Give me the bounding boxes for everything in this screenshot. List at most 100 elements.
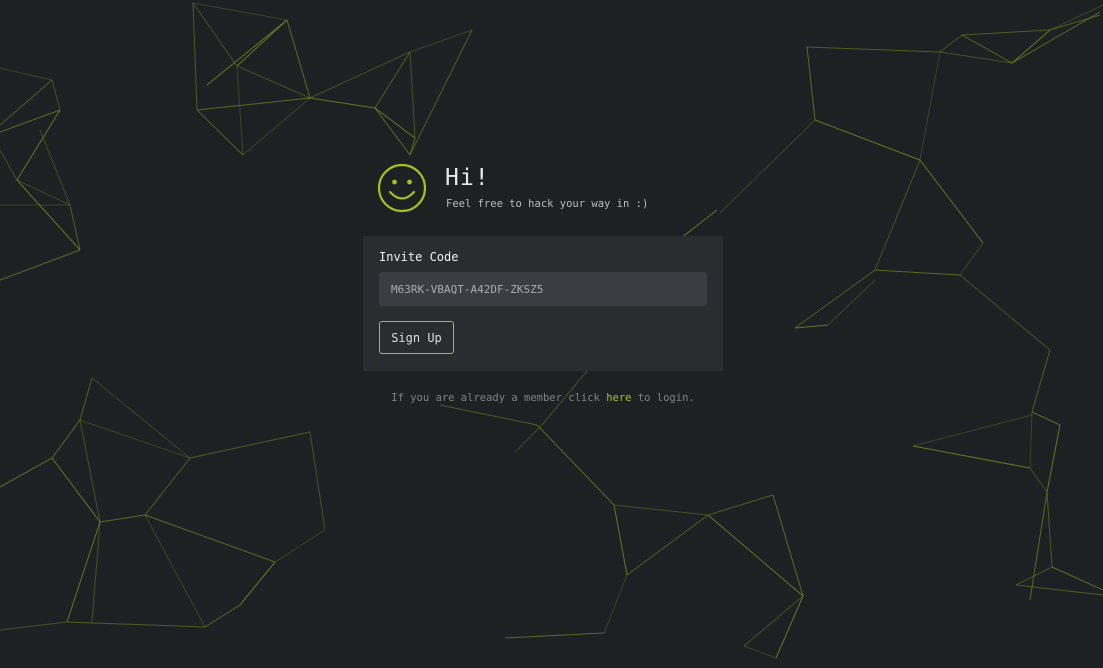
- network-line: [1015, 584, 1103, 596]
- network-line: [99, 514, 146, 523]
- network-line: [0, 109, 61, 133]
- network-line: [1049, 14, 1101, 31]
- network-line: [707, 514, 804, 597]
- network-line: [959, 274, 1051, 351]
- network-line: [1031, 411, 1061, 426]
- network-line: [144, 514, 206, 628]
- network-line: [1029, 411, 1033, 469]
- greeting-header: Hi! Feel free to hack your way in :): [377, 163, 707, 215]
- network-line: [743, 645, 777, 659]
- network-line: [504, 632, 605, 639]
- network-line: [79, 377, 93, 421]
- network-line: [192, 2, 288, 21]
- greeting-subtitle: Feel free to hack your way in :): [446, 198, 649, 210]
- network-line: [79, 419, 191, 459]
- network-line: [51, 419, 81, 459]
- invite-code-label: Invite Code: [379, 250, 459, 264]
- network-line: [719, 119, 816, 214]
- network-line: [192, 2, 198, 111]
- network-line: [613, 504, 628, 576]
- network-line: [196, 97, 311, 111]
- network-line: [1051, 566, 1103, 591]
- network-line: [514, 424, 543, 453]
- network-line: [919, 51, 941, 161]
- network-line: [236, 65, 311, 99]
- network-line: [286, 19, 311, 99]
- network-line: [939, 34, 963, 53]
- network-line: [1049, 4, 1103, 31]
- login-prompt: If you are already a member click here t…: [363, 392, 723, 404]
- network-line: [144, 514, 276, 563]
- network-line: [309, 97, 376, 109]
- network-line: [196, 109, 244, 156]
- network-line: [239, 561, 276, 606]
- network-line: [919, 159, 984, 244]
- sign-up-button[interactable]: Sign Up: [379, 321, 454, 354]
- login-prompt-suffix: to login.: [631, 392, 695, 404]
- login-prompt-prefix: If you are already a member click: [391, 392, 607, 404]
- network-line: [959, 242, 984, 276]
- network-line: [206, 19, 288, 86]
- network-line: [603, 574, 628, 634]
- network-line: [707, 494, 774, 516]
- network-line: [374, 107, 411, 156]
- invite-card: Invite Code Sign Up: [363, 236, 723, 371]
- network-line: [309, 51, 411, 99]
- network-line: [0, 79, 53, 126]
- network-line: [66, 521, 101, 623]
- network-line: [274, 529, 326, 563]
- network-line: [409, 51, 416, 139]
- network-line: [39, 129, 71, 206]
- network-line: [1046, 491, 1053, 568]
- network-line: [309, 431, 326, 531]
- network-line: [874, 269, 961, 276]
- network-line: [772, 494, 804, 597]
- network-line: [613, 504, 709, 516]
- network-line: [374, 107, 416, 139]
- network-line: [806, 46, 816, 121]
- network-line: [16, 179, 81, 251]
- network-line: [192, 2, 238, 67]
- network-line: [51, 457, 101, 523]
- network-line: [536, 424, 615, 506]
- network-line: [0, 457, 53, 488]
- invite-code-input[interactable]: [379, 272, 707, 306]
- network-line: [91, 377, 191, 459]
- network-line: [626, 514, 709, 576]
- network-line: [806, 46, 941, 53]
- network-line: [236, 65, 244, 156]
- greeting-title: Hi!: [445, 165, 490, 191]
- network-line: [743, 595, 804, 647]
- network-line: [79, 419, 101, 523]
- page: Hi! Feel free to hack your way in :) Inv…: [0, 0, 1103, 668]
- network-line: [775, 595, 804, 659]
- network-line: [144, 457, 191, 516]
- network-line: [874, 159, 921, 271]
- network-line: [439, 404, 538, 426]
- network-line: [0, 621, 68, 631]
- network-line: [1029, 491, 1048, 601]
- network-line: [69, 204, 81, 251]
- network-line: [1029, 467, 1048, 493]
- network-line: [16, 179, 71, 206]
- network-line: [814, 119, 921, 161]
- smiley-face-icon: [377, 163, 427, 213]
- network-line: [1011, 11, 1101, 64]
- network-line: [236, 19, 288, 67]
- network-line: [1011, 29, 1051, 64]
- network-line: [794, 269, 876, 329]
- network-line: [1031, 349, 1051, 413]
- network-line: [0, 249, 81, 281]
- network-line: [794, 324, 829, 329]
- network-line: [242, 97, 311, 156]
- network-line: [0, 149, 18, 181]
- network-line: [912, 414, 1033, 447]
- network-line: [1046, 424, 1061, 493]
- network-line: [912, 445, 1031, 469]
- network-line: [51, 79, 61, 111]
- login-link[interactable]: here: [606, 392, 631, 404]
- network-line: [91, 521, 101, 623]
- network-line: [961, 29, 1051, 36]
- network-line: [66, 621, 206, 628]
- network-line: [204, 604, 241, 628]
